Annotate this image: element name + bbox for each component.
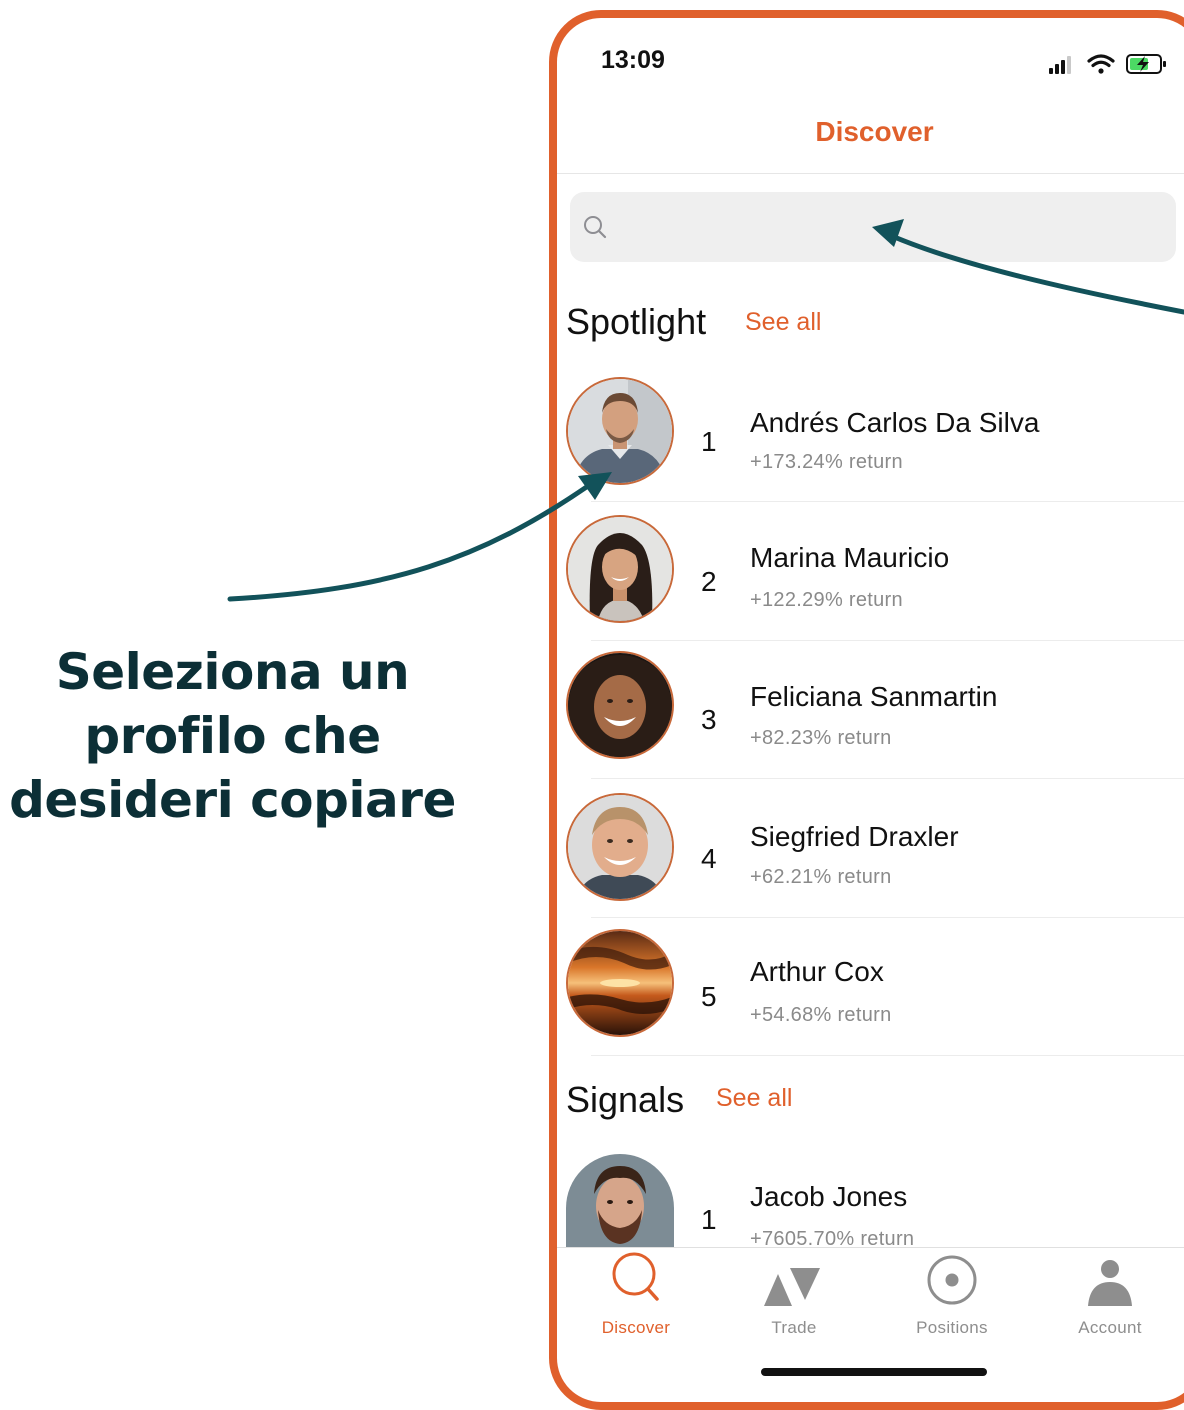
- home-indicator: [761, 1368, 987, 1376]
- trader-return: +173.24% return: [750, 451, 903, 473]
- annotation-line: Seleziona un: [55, 643, 410, 701]
- trader-rank: 1: [701, 1204, 717, 1235]
- row-divider: [591, 640, 1184, 641]
- trader-rank: 1: [701, 426, 717, 457]
- search-icon: [582, 214, 608, 245]
- trader-avatar[interactable]: [566, 1154, 674, 1248]
- trader-name: Jacob Jones: [750, 1181, 908, 1212]
- arrow-to-profile: [227, 483, 591, 602]
- wifi-icon: [1087, 54, 1115, 74]
- positions-icon: [927, 1255, 977, 1305]
- trader-row[interactable]: 5 Arthur Cox +54.68% return: [557, 926, 1184, 1054]
- trader-name: Marina Mauricio: [750, 542, 950, 573]
- trader-name: Andrés Carlos Da Silva: [750, 407, 1040, 438]
- spotlight-title: Spotlight: [566, 301, 707, 342]
- trader-row[interactable]: 1 Andrés Carlos Da Silva +173.24% return: [557, 374, 1184, 502]
- trader-return: +122.29% return: [750, 589, 903, 611]
- trader-return: +82.23% return: [750, 727, 892, 749]
- row-divider: [591, 501, 1184, 502]
- row-divider: [591, 917, 1184, 918]
- row-divider: [591, 1055, 1184, 1056]
- row-divider: [591, 778, 1184, 779]
- status-time: 13:09: [601, 46, 665, 74]
- status-icons: [1049, 52, 1173, 83]
- tab-label: Discover: [601, 1318, 671, 1337]
- header-divider: [557, 173, 1184, 174]
- trader-avatar[interactable]: [566, 929, 674, 1037]
- annotation-line: profilo che: [84, 707, 381, 765]
- trader-return: +54.68% return: [750, 1004, 892, 1026]
- tabbar-divider: [557, 1247, 1184, 1248]
- trader-avatar[interactable]: [566, 793, 674, 901]
- tab-label: Account: [1078, 1318, 1142, 1337]
- trader-rank: 5: [701, 981, 717, 1012]
- account-icon: [1088, 1260, 1132, 1306]
- annotation-caption: Seleziona un profilo che desideri copiar…: [0, 640, 465, 832]
- trader-name: Arthur Cox: [750, 956, 884, 987]
- signal-icon: [1049, 56, 1071, 74]
- trader-name: Feliciana Sanmartin: [750, 681, 998, 712]
- trade-icon: [764, 1268, 820, 1306]
- search-bar[interactable]: [570, 192, 1176, 264]
- phone-frame: 13:09 Discover Spotlight See all 1 André…: [549, 10, 1184, 1410]
- page-title: Discover: [815, 116, 934, 147]
- trader-row[interactable]: 2 Marina Mauricio +122.29% return: [557, 512, 1184, 640]
- spotlight-see-all-link[interactable]: See all: [745, 308, 821, 337]
- search-input[interactable]: [616, 192, 1160, 264]
- trader-rank: 3: [701, 704, 717, 735]
- trader-rank: 2: [701, 566, 717, 597]
- trader-row[interactable]: 1 Jacob Jones +7605.70% return: [557, 1148, 1184, 1250]
- tab-label: Positions: [916, 1318, 988, 1337]
- trader-rank: 4: [701, 843, 717, 874]
- trader-row[interactable]: 3 Feliciana Sanmartin +82.23% return: [557, 649, 1184, 777]
- trader-row[interactable]: 4 Siegfried Draxler +62.21% return: [557, 788, 1184, 916]
- signals-see-all-link[interactable]: See all: [716, 1084, 792, 1113]
- trader-avatar[interactable]: [566, 515, 674, 623]
- search-icon: [612, 1252, 659, 1301]
- trader-return: +62.21% return: [750, 866, 892, 888]
- signals-title: Signals: [566, 1079, 685, 1120]
- tab-label: Trade: [771, 1318, 817, 1337]
- battery-icon: [1126, 54, 1166, 74]
- trader-avatar[interactable]: [566, 377, 674, 485]
- trader-avatar[interactable]: [566, 651, 674, 759]
- annotation-line: desideri copiare: [9, 771, 456, 829]
- trader-name: Siegfried Draxler: [750, 821, 959, 852]
